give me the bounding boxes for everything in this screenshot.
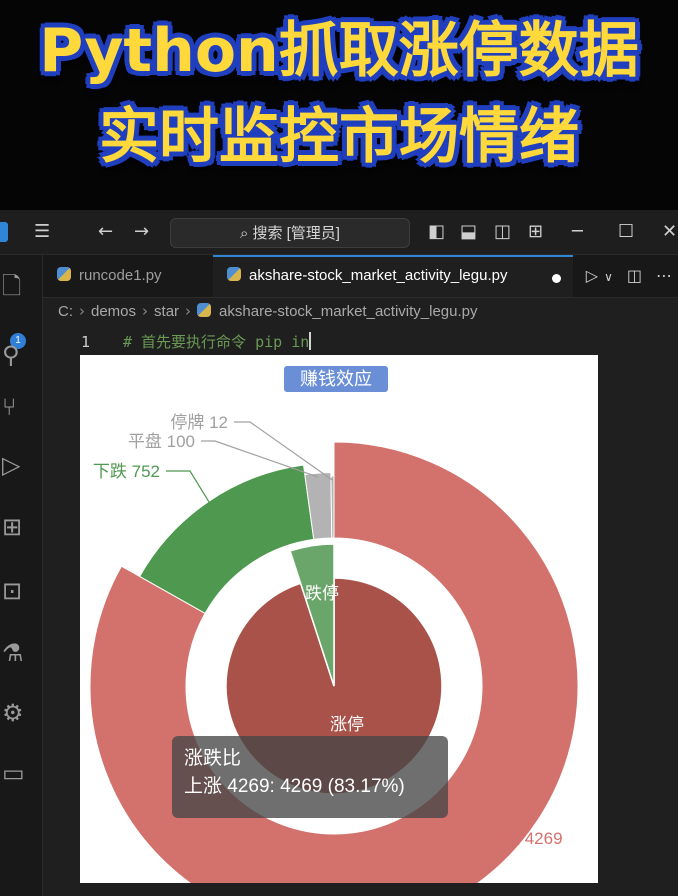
extensions-icon[interactable]: ⊞ <box>0 513 42 541</box>
back-arrow-icon[interactable]: ← <box>98 210 113 254</box>
forward-arrow-icon[interactable]: → <box>134 210 149 254</box>
more-actions-icon[interactable]: ⋯ <box>656 266 672 285</box>
chevron-right-icon: › <box>142 302 149 320</box>
breadcrumb-file[interactable]: akshare-stock_market_activity_legu.py <box>219 303 477 320</box>
search-view-icon[interactable]: ⚲ <box>0 341 42 369</box>
editor-tabs: runcode1.py akshare-stock_market_activit… <box>43 255 678 298</box>
line-number: 1 <box>81 333 91 351</box>
tab-label: akshare-stock_market_activity_legu.py <box>249 267 508 284</box>
outer-slice-3 <box>330 475 335 539</box>
chart-title: 赚钱效应 <box>300 369 372 389</box>
pie-chart-panel: 上涨 4269 下跌 752 平盘 100 停牌 12 跌停涨停 赚钱效应 涨跌比 上涨… <box>80 355 598 883</box>
tab-label: runcode1.py <box>79 267 162 284</box>
breadcrumb-drive[interactable]: C: <box>58 303 73 320</box>
breadcrumb-star[interactable]: star <box>154 303 179 320</box>
run-file-icon[interactable]: ▷ <box>586 266 598 285</box>
source-control-icon[interactable]: ⑂ <box>0 393 42 421</box>
split-editor-icon[interactable]: ◫ <box>627 266 642 285</box>
python-file-icon <box>197 303 212 317</box>
chevron-right-icon: › <box>79 302 85 320</box>
inner-label-limit-down: 跌停 <box>305 584 339 603</box>
code-text: # 首先要执行命令 pip in <box>123 333 310 351</box>
vscode-logo-icon <box>0 222 8 242</box>
banner-title-line2: 实时监控市场情绪 <box>99 102 579 172</box>
chevron-down-icon[interactable]: ∨ <box>604 270 613 284</box>
toggle-panel-icon[interactable]: ⬓ <box>460 210 477 254</box>
promo-banner: Python抓取涨停数据 实时监控市场情绪 <box>0 0 678 210</box>
outer-label-2: 平盘 100 <box>128 432 195 451</box>
close-icon[interactable]: ✕ <box>662 210 677 254</box>
chat-icon[interactable]: ▭ <box>0 759 42 787</box>
inner-label-limit-up: 涨停 <box>330 715 364 734</box>
chart-tooltip: 涨跌比 上涨 4269: 4269 (83.17%) <box>172 736 448 818</box>
editor-actions: ▷ ∨ ◫ ⋯ <box>586 255 678 297</box>
docker-icon[interactable]: ⚙ <box>0 699 42 727</box>
tab-akshare-legu[interactable]: akshare-stock_market_activity_legu.py <box>213 255 573 297</box>
python-file-icon <box>57 267 71 281</box>
outer-label-3: 停牌 12 <box>170 413 228 432</box>
toggle-sidebar-icon[interactable]: ◧ <box>428 210 445 254</box>
run-debug-icon[interactable]: ▷ <box>0 451 42 479</box>
tab-runcode1[interactable]: runcode1.py <box>43 255 213 297</box>
search-label: 搜索 [管理员] <box>252 225 340 242</box>
title-bar: ☰ ← → ⌕ 搜索 [管理员] ◧ ⬓ ◫ ⊞ ─ ☐ ✕ <box>0 210 678 255</box>
code-comment[interactable]: # 首先要执行命令 pip in <box>123 330 312 354</box>
menu-icon[interactable]: ☰ <box>34 210 50 254</box>
outer-label-1: 下跌 752 <box>93 462 160 481</box>
explorer-icon[interactable]: 🗋 <box>0 269 42 310</box>
tooltip-value: 上涨 4269: 4269 (83.17%) <box>184 776 405 797</box>
outer-label-line-1 <box>166 470 212 506</box>
toggle-secondary-sidebar-icon[interactable]: ◫ <box>494 210 511 254</box>
remote-explorer-icon[interactable]: ⊡ <box>0 577 42 605</box>
tooltip-title: 涨跌比 <box>184 748 242 769</box>
command-center-search[interactable]: ⌕ 搜索 [管理员] <box>170 218 410 248</box>
search-icon: ⌕ <box>240 224 249 242</box>
outer-label-0: 上涨 4269 <box>486 829 563 848</box>
breadcrumb: C: › demos › star › akshare-stock_market_activ… <box>58 302 478 320</box>
code-line[interactable]: 1 # 首先要执行命令 pip in <box>43 330 678 354</box>
python-file-icon <box>227 267 241 281</box>
chevron-right-icon: › <box>185 302 192 320</box>
text-cursor <box>309 332 312 350</box>
activity-bar: 🗋 1 ⚲ ⑂ ▷ ⊞ ⊡ ⚗ ⚙ ▭ <box>0 255 43 896</box>
minimize-icon[interactable]: ─ <box>572 210 583 254</box>
banner-title-line1: Python抓取涨停数据 <box>39 16 639 86</box>
testing-icon[interactable]: ⚗ <box>0 639 42 667</box>
breadcrumb-demos[interactable]: demos <box>91 303 136 320</box>
unsaved-dot-icon[interactable] <box>552 274 561 283</box>
customize-layout-icon[interactable]: ⊞ <box>528 210 543 254</box>
restore-icon[interactable]: ☐ <box>618 210 634 254</box>
